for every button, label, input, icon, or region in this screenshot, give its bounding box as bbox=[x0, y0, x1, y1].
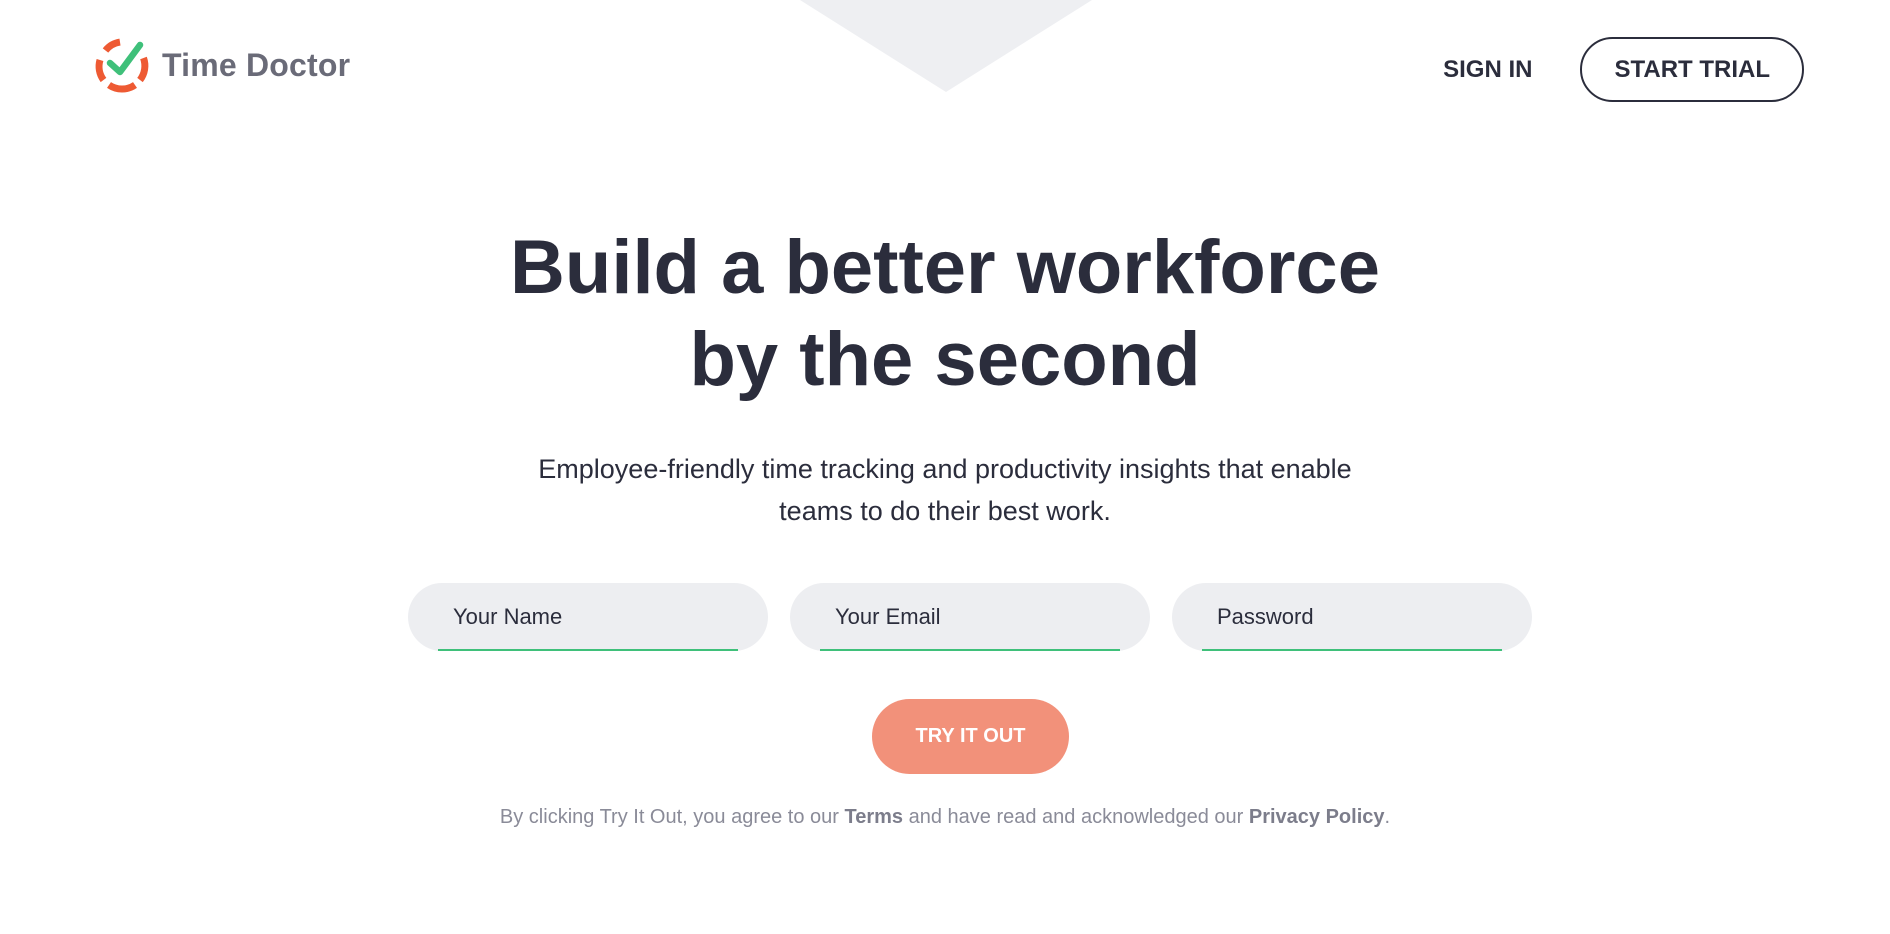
signup-fields bbox=[408, 583, 1532, 651]
decorative-triangle bbox=[800, 0, 1092, 92]
legal-text-end: . bbox=[1384, 806, 1391, 828]
legal-text-intro: By clicking Try It Out, you agree to our bbox=[499, 806, 845, 828]
terms-link[interactable]: Terms bbox=[845, 806, 904, 828]
password-input[interactable] bbox=[1172, 583, 1532, 651]
hero-subtitle-line-2: teams to do their best work. bbox=[779, 496, 1111, 526]
legal-notice: By clicking Try It Out, you agree to our… bbox=[0, 806, 1890, 829]
password-field bbox=[1172, 583, 1532, 651]
hero-title: Build a better workforce by the second bbox=[0, 222, 1890, 406]
email-input[interactable] bbox=[790, 583, 1150, 651]
legal-text-middle: and have read and acknowledged our bbox=[903, 806, 1249, 828]
brand-name: Time Doctor bbox=[162, 46, 351, 83]
time-doctor-clock-check-icon bbox=[95, 38, 149, 93]
email-field bbox=[790, 583, 1150, 651]
start-trial-button[interactable]: START TRIAL bbox=[1580, 37, 1804, 102]
top-nav: SIGN IN START TRIAL bbox=[1443, 37, 1804, 102]
sign-in-link[interactable]: SIGN IN bbox=[1443, 56, 1532, 84]
try-it-out-button[interactable]: TRY IT OUT bbox=[872, 699, 1069, 774]
hero-title-line-1: Build a better workforce bbox=[510, 225, 1380, 310]
privacy-policy-link[interactable]: Privacy Policy bbox=[1249, 806, 1385, 828]
brand-logo[interactable]: Time Doctor bbox=[93, 36, 350, 94]
name-input[interactable] bbox=[408, 583, 768, 651]
hero-subtitle-line-1: Employee-friendly time tracking and prod… bbox=[538, 454, 1352, 484]
email-field-underline bbox=[820, 649, 1120, 651]
hero-subtitle: Employee-friendly time tracking and prod… bbox=[0, 448, 1890, 532]
name-field bbox=[408, 583, 768, 651]
password-field-underline bbox=[1202, 649, 1502, 651]
hero-title-line-2: by the second bbox=[689, 317, 1201, 402]
name-field-underline bbox=[438, 649, 738, 651]
landing-page: Time Doctor SIGN IN START TRIAL Build a … bbox=[0, 0, 1890, 934]
